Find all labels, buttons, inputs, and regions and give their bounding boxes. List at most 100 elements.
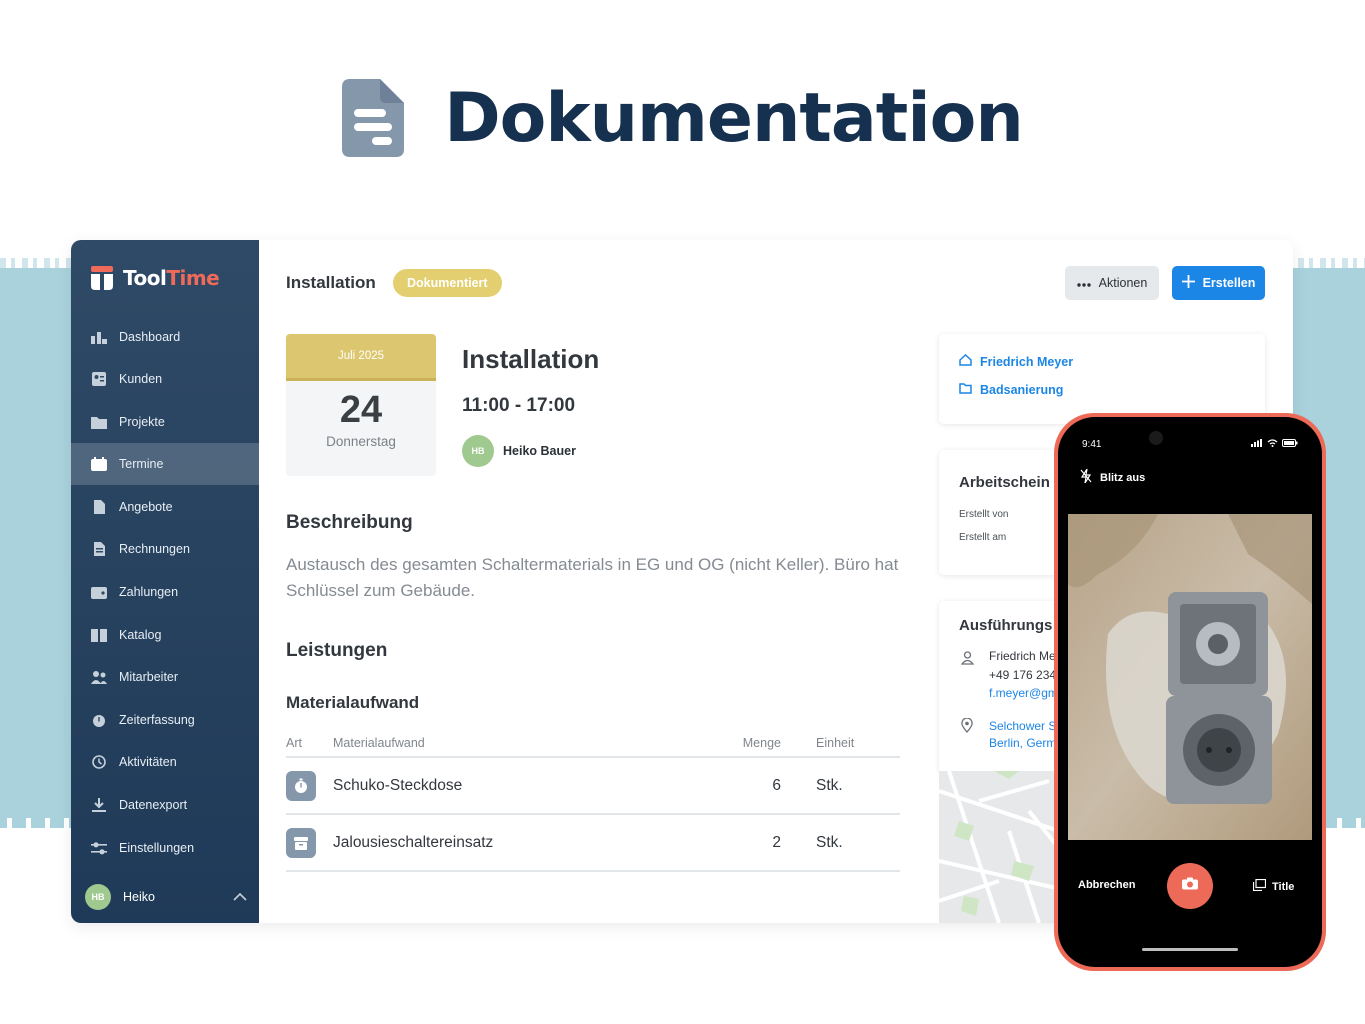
sidebar-item-einstellungen[interactable]: Einstellungen bbox=[71, 827, 259, 869]
page-title: Installation bbox=[286, 273, 376, 292]
sidebar-item-katalog[interactable]: Katalog bbox=[71, 614, 259, 656]
sidebar-item-kunden[interactable]: Kunden bbox=[71, 358, 259, 400]
chart-icon bbox=[91, 330, 107, 344]
sidebar-item-aktivitaeten[interactable]: Aktivitäten bbox=[71, 741, 259, 783]
customer-name: Friedrich Meyer bbox=[980, 354, 1074, 369]
wifi-icon bbox=[1267, 439, 1278, 449]
signal-icon bbox=[1251, 439, 1263, 449]
status-icons bbox=[1251, 439, 1298, 449]
sliders-icon bbox=[91, 841, 107, 855]
material-qty: 6 bbox=[772, 776, 781, 794]
plus-icon bbox=[1181, 275, 1195, 291]
chevron-up-icon[interactable] bbox=[233, 890, 247, 904]
battery-icon bbox=[1282, 439, 1298, 449]
material-unit: Stk. bbox=[816, 833, 843, 851]
actions-button[interactable]: Aktionen bbox=[1065, 266, 1159, 300]
home-indicator bbox=[1142, 948, 1238, 951]
wallet-icon bbox=[91, 585, 107, 599]
title-button[interactable]: Title bbox=[1252, 878, 1294, 894]
phone-screen: 9:41 Blitz aus Abbrechen Title bbox=[1058, 417, 1322, 967]
sidebar-item-projekte[interactable]: Projekte bbox=[71, 401, 259, 443]
camera-viewfinder[interactable] bbox=[1068, 514, 1312, 840]
users-icon bbox=[91, 670, 107, 684]
column-header: Art bbox=[286, 736, 302, 750]
assignee-name: Heiko Bauer bbox=[503, 444, 576, 458]
create-button[interactable]: Erstellen bbox=[1172, 266, 1265, 300]
sidebar-item-termine[interactable]: Termine bbox=[71, 443, 259, 485]
event-title: Installation bbox=[462, 344, 600, 374]
cancel-button[interactable]: Abbrechen bbox=[1078, 879, 1135, 891]
contacts-icon bbox=[91, 372, 107, 386]
project-link[interactable]: Badsanierung bbox=[939, 383, 1265, 397]
customer-card: Friedrich Meyer Badsanierung bbox=[939, 334, 1265, 424]
sidebar-item-label: Datenexport bbox=[119, 798, 188, 812]
archive-icon bbox=[286, 827, 316, 858]
contact-email[interactable]: f.meyer@gm bbox=[989, 685, 1058, 702]
logo-icon bbox=[91, 266, 113, 290]
invoice-icon bbox=[91, 542, 107, 556]
sidebar-item-label: Kunden bbox=[119, 372, 163, 386]
material-name: Jalousieschaltereinsatz bbox=[333, 833, 494, 851]
sidebar-item-zeiterfassung[interactable]: Zeiterfassung bbox=[71, 699, 259, 741]
material-table: Art Materialaufwand Menge Einheit Schuko… bbox=[286, 730, 900, 872]
location-icon bbox=[961, 717, 973, 738]
sidebar-item-rechnungen[interactable]: Rechnungen bbox=[71, 528, 259, 570]
phone-clock: 9:41 bbox=[1082, 439, 1102, 450]
create-label: Erstellen bbox=[1202, 276, 1256, 290]
material-heading: Materialaufwand bbox=[286, 693, 420, 712]
avatar: HB bbox=[462, 435, 494, 467]
column-header: Menge bbox=[742, 736, 781, 750]
user-name: Heiko bbox=[123, 890, 155, 904]
services-heading: Leistungen bbox=[286, 640, 388, 661]
sidebar-item-label: Aktivitäten bbox=[119, 755, 177, 769]
flash-toggle[interactable]: Blitz aus bbox=[1080, 468, 1145, 486]
camera-icon bbox=[1182, 877, 1198, 895]
file-icon bbox=[91, 500, 107, 514]
sidebar-item-label: Projekte bbox=[119, 415, 165, 429]
table-header: Art Materialaufwand Menge Einheit bbox=[286, 730, 900, 758]
contact-phone[interactable]: +49 176 234 bbox=[989, 666, 1058, 685]
sidebar-item-datenexport[interactable]: Datenexport bbox=[71, 784, 259, 826]
logo[interactable]: ToolTime bbox=[91, 266, 220, 290]
material-qty: 2 bbox=[772, 833, 781, 851]
user-menu[interactable]: HB Heiko bbox=[85, 884, 247, 910]
column-header: Materialaufwand bbox=[333, 736, 425, 750]
sidebar: ToolTime Dashboard Kunden Projekte Termi… bbox=[71, 240, 259, 923]
address-block[interactable]: Selchower S Berlin, Germ bbox=[989, 718, 1056, 752]
sidebar-item-label: Katalog bbox=[119, 628, 162, 642]
sidebar-item-label: Termine bbox=[119, 457, 164, 471]
event-assignee[interactable]: HB Heiko Bauer bbox=[462, 435, 576, 467]
stopwatch-icon bbox=[91, 713, 107, 727]
sidebar-item-mitarbeiter[interactable]: Mitarbeiter bbox=[71, 656, 259, 698]
logo-text: ToolTime bbox=[123, 266, 220, 290]
avatar: HB bbox=[85, 884, 111, 910]
contact-block: Friedrich Me +49 176 234 f.meyer@gm bbox=[989, 647, 1058, 702]
date-weekday: Donnerstag bbox=[326, 434, 396, 449]
address-city: Berlin, Germ bbox=[989, 736, 1057, 750]
sidebar-item-label: Zeiterfassung bbox=[119, 713, 195, 727]
shutter-button[interactable] bbox=[1167, 863, 1213, 909]
sidebar-item-dashboard[interactable]: Dashboard bbox=[71, 316, 259, 358]
marketing-canvas: Dokumentation ToolTime Dashboard Kunden bbox=[0, 0, 1365, 1024]
sidebar-item-label: Angebote bbox=[119, 500, 173, 514]
sidebar-item-angebote[interactable]: Angebote bbox=[71, 486, 259, 528]
actions-label: Aktionen bbox=[1098, 276, 1148, 290]
document-icon bbox=[342, 79, 405, 157]
stopwatch-icon bbox=[286, 770, 316, 801]
table-row[interactable]: Jalousieschaltereinsatz 2 Stk. bbox=[286, 815, 900, 872]
sidebar-item-label: Rechnungen bbox=[119, 542, 190, 556]
date-day: 24 bbox=[339, 389, 383, 431]
gallery-icon bbox=[1252, 878, 1267, 894]
table-row[interactable]: Schuko-Steckdose 6 Stk. bbox=[286, 758, 900, 815]
hero: Dokumentation bbox=[0, 72, 1365, 164]
customer-link[interactable]: Friedrich Meyer bbox=[939, 353, 1265, 369]
history-icon bbox=[91, 755, 107, 769]
sidebar-item-zahlungen[interactable]: Zahlungen bbox=[71, 571, 259, 613]
sidebar-item-label: Zahlungen bbox=[119, 585, 179, 599]
home-icon bbox=[959, 353, 972, 369]
project-name: Badsanierung bbox=[980, 383, 1064, 397]
folder-icon bbox=[91, 415, 107, 429]
flash-off-icon bbox=[1080, 468, 1092, 486]
description-text: Austausch des gesamten Schaltermaterials… bbox=[286, 555, 899, 600]
phone-mockup: 9:41 Blitz aus Abbrechen Title bbox=[1054, 413, 1326, 971]
